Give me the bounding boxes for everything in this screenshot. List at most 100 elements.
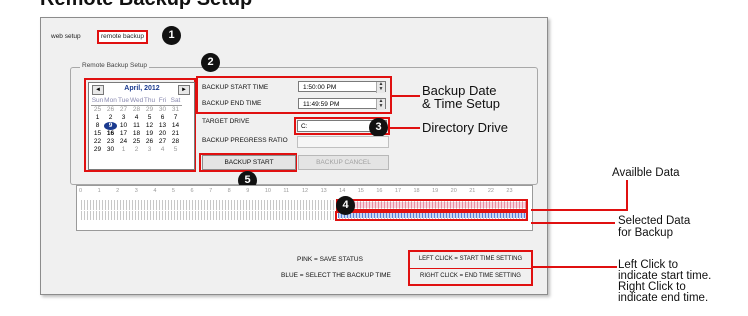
timeline-hour-label: 4 (153, 188, 157, 194)
end-time-label: BACKUP END TIME (202, 100, 262, 107)
calendar-day[interactable]: 4 (156, 146, 169, 154)
page-heading-strip: Remote Backup Setup (0, 0, 748, 14)
timeline-hour-label: 20 (450, 188, 457, 194)
timeline-hour-label: 22 (487, 188, 494, 194)
annotation-available: Availble Data (612, 167, 680, 179)
calendar-day[interactable]: 13 (156, 122, 169, 130)
marker-3: 3 (369, 118, 388, 137)
timeline-hour-label: 21 (469, 188, 476, 194)
calendar-day[interactable]: 9 (104, 122, 117, 130)
next-month-button[interactable]: ► (178, 85, 190, 95)
calendar-day[interactable]: 10 (117, 122, 130, 130)
backup-timeline[interactable]: 0 1 2 3 4 5 6 7 8 9 10 11 12 13 14 15 16 17 18 19 20 21 22 23 (76, 185, 533, 231)
calendar-day[interactable]: 27 (117, 106, 130, 114)
calendar-day[interactable]: 1 (117, 146, 130, 154)
calendar-day[interactable]: 18 (130, 130, 143, 138)
end-time-spinner[interactable]: ▲ ▼ (376, 99, 385, 110)
calendar-day[interactable]: 28 (130, 106, 143, 114)
calendar-day[interactable]: 2 (130, 146, 143, 154)
timeline-hour-label: 1 (97, 188, 101, 194)
calendar-day[interactable]: 25 (130, 138, 143, 146)
timeline-hour-label: 14 (339, 188, 346, 194)
timeline-hour-label: 19 (432, 188, 439, 194)
calendar-day[interactable]: 3 (117, 114, 130, 122)
weekday-header: Sat (169, 97, 182, 106)
calendar-day[interactable]: 31 (169, 106, 182, 114)
calendar-day[interactable]: 20 (156, 130, 169, 138)
target-drive-label: TARGET DRIVE (202, 118, 250, 125)
available-data-highlight (336, 199, 528, 211)
calendar-header: ◄ April, 2012 ► (89, 83, 194, 95)
calendar-day[interactable]: 29 (143, 106, 156, 114)
calendar-day[interactable]: 12 (143, 122, 156, 130)
annotation-selected-1: Selected Data (618, 215, 691, 227)
selected-data-highlight (335, 211, 528, 221)
tab-remote-backup[interactable]: remote backup (97, 30, 148, 44)
calendar-day[interactable]: 5 (143, 114, 156, 122)
calendar-day[interactable]: 25 (91, 106, 104, 114)
weekday-header: Tue (117, 97, 130, 106)
start-time-label: BACKUP START TIME (202, 84, 269, 91)
calendar-day[interactable]: 14 (169, 122, 182, 130)
calendar-day[interactable]: 29 (91, 146, 104, 154)
connector-directory (390, 127, 420, 129)
calendar-day[interactable]: 21 (169, 130, 182, 138)
marker-4: 4 (336, 196, 355, 215)
calendar-day[interactable]: 4 (130, 114, 143, 122)
annotation-directory: Directory Drive (422, 120, 508, 135)
calendar-day[interactable]: 22 (91, 138, 104, 146)
timeline-hour-label: 8 (227, 188, 231, 194)
group-label: Remote Backup Setup (80, 62, 150, 69)
calendar-day[interactable]: 6 (156, 114, 169, 122)
progress-label: BACKUP PREGRESS RATIO (202, 137, 288, 144)
weekday-header: Sun (91, 97, 104, 106)
end-time-field[interactable]: 11:49:59 PM ▲ ▼ (298, 98, 386, 110)
calendar-day[interactable]: 15 (91, 130, 104, 138)
hint-right-click: RIGHT CLICK = END TIME SETTING (420, 273, 521, 279)
backup-cancel-button[interactable]: BACKUP CANCEL (298, 155, 389, 170)
calendar-day[interactable]: 16 (104, 130, 117, 138)
calendar-day[interactable]: 5 (169, 146, 182, 154)
calendar-day[interactable]: 27 (156, 138, 169, 146)
weekday-header: Fri (156, 97, 169, 106)
calendar-day[interactable]: 23 (104, 138, 117, 146)
calendar-day[interactable]: 26 (104, 106, 117, 114)
start-time-spinner[interactable]: ▲ ▼ (376, 82, 385, 93)
connector-date-time (392, 95, 420, 97)
calendar-day[interactable]: 30 (156, 106, 169, 114)
tab-web-setup[interactable]: web setup (51, 33, 81, 40)
weekday-header: Thu (143, 97, 156, 106)
page-heading: Remote Backup Setup (40, 0, 252, 11)
calendar-day[interactable]: 26 (143, 138, 156, 146)
calendar-day[interactable]: 8 (91, 122, 104, 130)
annotation-click-4: indicate end time. (618, 292, 709, 304)
connector-click (533, 266, 617, 268)
start-time-field[interactable]: 1:50:00 PM ▲ ▼ (298, 81, 386, 93)
marker-1: 1 (162, 26, 181, 45)
timeline-hour-label: 23 (506, 188, 513, 194)
legend-blue: BLUE = SELECT THE BACKUP TIME (281, 272, 391, 279)
prev-month-button[interactable]: ◄ (92, 85, 104, 95)
calendar-day[interactable]: 7 (169, 114, 182, 122)
timeline-hour-label: 17 (394, 188, 402, 194)
calendar: ◄ April, 2012 ► Sun Mon Tue Wed Thu Fri Sat 25 2… (88, 82, 195, 170)
calendar-day[interactable]: 3 (143, 146, 156, 154)
calendar-day[interactable]: 30 (104, 146, 117, 154)
timeline-hour-label: 3 (134, 188, 138, 194)
annotation-date-time-2: & Time Setup (422, 96, 501, 111)
calendar-day[interactable]: 17 (117, 130, 130, 138)
timeline-hour-label: 15 (357, 188, 364, 194)
calendar-day[interactable]: 1 (91, 114, 104, 122)
calendar-day[interactable]: 19 (143, 130, 156, 138)
hint-left-click: LEFT CLICK = START TIME SETTING (418, 256, 523, 262)
marker-2: 2 (201, 53, 220, 72)
calendar-day[interactable]: 2 (104, 114, 117, 122)
backup-start-button[interactable]: BACKUP START (202, 155, 296, 170)
timeline-hour-label: 5 (171, 188, 175, 194)
timeline-hour-label: 12 (302, 188, 309, 194)
calendar-day[interactable]: 11 (130, 122, 143, 130)
timeline-hour-label: 0 (79, 188, 83, 194)
end-time-value: 11:49:59 PM (303, 101, 340, 108)
calendar-day[interactable]: 28 (169, 138, 182, 146)
calendar-day[interactable]: 24 (117, 138, 130, 146)
